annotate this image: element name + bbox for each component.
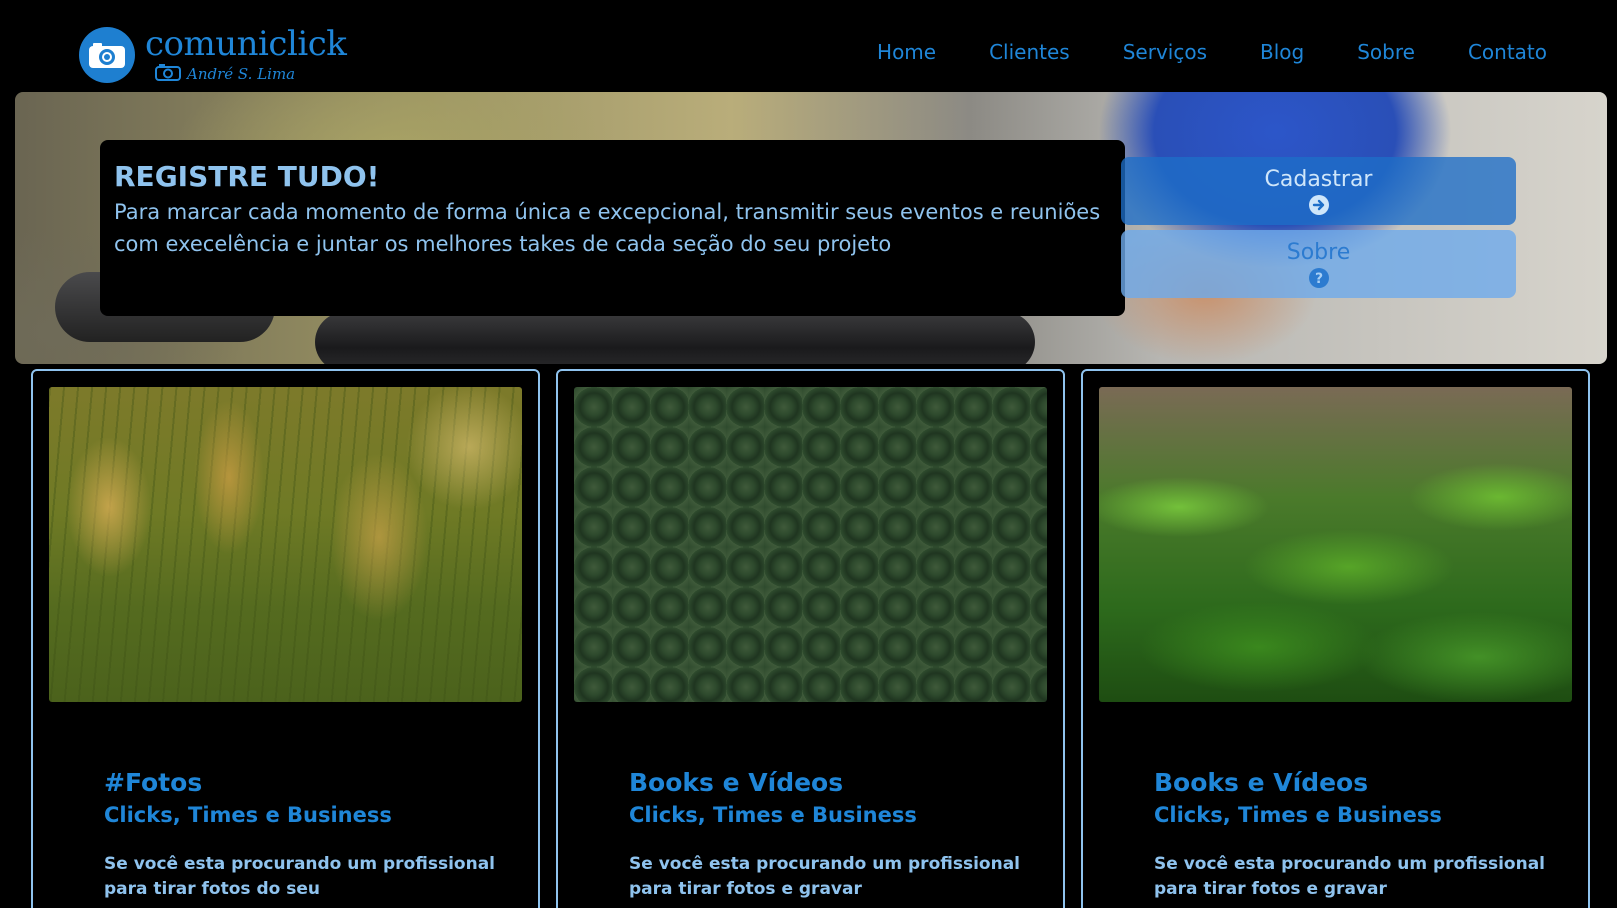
cadastrar-button-label: Cadastrar (1264, 167, 1373, 192)
card-subtitle: Clicks, Times e Business (629, 803, 917, 827)
camera-icon (79, 27, 135, 83)
hero-background-lens (315, 312, 1035, 364)
service-card-books-videos[interactable]: Books e Vídeos Clicks, Times e Business … (556, 369, 1065, 908)
grass-photo (49, 387, 522, 702)
sobre-button-label: Sobre (1286, 240, 1351, 265)
card-text: Se você esta procurando um profissional … (1154, 854, 1545, 899)
cadastrar-button[interactable]: Cadastrar (1121, 157, 1516, 225)
hero-banner: REGISTRE TUDO! Para marcar cada momento … (15, 92, 1607, 364)
main-nav: Home Clientes Serviços Blog Sobre Contat… (877, 40, 1547, 64)
card-text: Se você esta procurando um profissional … (629, 854, 1020, 899)
card-subtitle: Clicks, Times e Business (104, 803, 392, 827)
service-card-fotos[interactable]: #Fotos Clicks, Times e Business Se você … (31, 369, 540, 908)
svg-text:?: ? (1314, 271, 1322, 287)
service-card-books-videos-2[interactable]: Books e Vídeos Clicks, Times e Business … (1081, 369, 1590, 908)
logo[interactable]: comuniclick André S. Lima (79, 24, 347, 85)
card-title: Books e Vídeos (1154, 768, 1369, 797)
hero-description: Para marcar cada momento de forma única … (114, 200, 1101, 256)
card-title: #Fotos (104, 768, 203, 797)
card-text: Se você esta procurando um profissional … (104, 854, 495, 899)
nav-sobre[interactable]: Sobre (1357, 40, 1415, 64)
camera-small-icon (155, 63, 181, 85)
lily-photo (1099, 387, 1572, 702)
nav-home[interactable]: Home (877, 40, 936, 64)
nav-blog[interactable]: Blog (1260, 40, 1304, 64)
forest-photo (574, 387, 1047, 702)
nav-contato[interactable]: Contato (1468, 40, 1547, 64)
sobre-button[interactable]: Sobre ? (1121, 230, 1516, 298)
site-header: comuniclick André S. Lima Home Clientes … (0, 0, 1617, 92)
card-title: Books e Vídeos (629, 768, 844, 797)
nav-servicos[interactable]: Serviços (1123, 40, 1207, 64)
hero-title: REGISTRE TUDO! (114, 160, 380, 193)
card-subtitle: Clicks, Times e Business (1154, 803, 1442, 827)
question-circle-icon: ? (1308, 268, 1329, 292)
brand-name: comuniclick (145, 24, 347, 64)
nav-clientes[interactable]: Clientes (989, 40, 1070, 64)
hero-text-box: REGISTRE TUDO! Para marcar cada momento … (100, 140, 1125, 316)
brand-subtitle: André S. Lima (187, 65, 296, 83)
arrow-right-circle-icon (1308, 195, 1329, 219)
